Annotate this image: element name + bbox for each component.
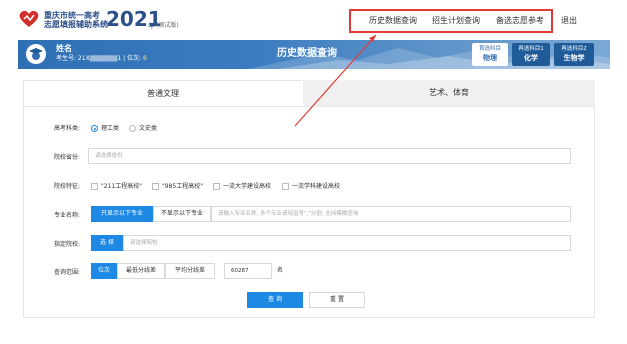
- exam-number-masked: ▇▇▇▇▇▇: [89, 55, 118, 62]
- province-label: 院校省份:: [54, 154, 81, 161]
- subject-second-1-value: 化学: [524, 54, 538, 62]
- checkbox-985-label: "985工程高校": [162, 183, 203, 190]
- subject-label: 高考科类:: [54, 125, 81, 132]
- nav-history-data[interactable]: 历史数据查询: [369, 16, 417, 26]
- checkbox-first-class-discipline[interactable]: [282, 183, 289, 190]
- exam-number: 考生号: 21X: [56, 55, 90, 62]
- range-unit: 名: [277, 267, 284, 274]
- page-title: 历史数据查询: [277, 48, 337, 59]
- checkbox-first-class-univ[interactable]: [213, 183, 220, 190]
- reset-button[interactable]: 重 置: [309, 292, 365, 308]
- checkbox-first-class-discipline-label: 一流学科建设高校: [292, 183, 341, 190]
- show-only-majors-button[interactable]: 只显示以下专业: [91, 206, 153, 222]
- heart-logo-icon: [19, 10, 39, 27]
- brand-line-2: 志愿填报辅助系统: [44, 20, 108, 29]
- nav-enrollment-plan[interactable]: 招生计划查询: [432, 16, 480, 26]
- user-name: 姓名: [56, 44, 72, 53]
- feature-label: 院校特征:: [54, 183, 81, 190]
- subject-second-1-label: 再选科目1: [518, 46, 544, 52]
- rank-value: 6: [142, 55, 147, 62]
- user-info: 考生号: 21X▇▇▇▇▇▇1 | 位次: 6: [56, 55, 147, 63]
- nav-alternative-reference[interactable]: 备选志愿参考: [496, 16, 544, 26]
- exam-tail: 1 | 位次:: [117, 55, 143, 62]
- checkbox-211-label: "211工程高校": [101, 183, 142, 190]
- top-bar: 重庆市统一高考 志愿填报辅助系统 2021 年 (测试版) 历史数据查询 招生计…: [0, 0, 627, 40]
- subject-primary: 首选科目 物理: [472, 43, 508, 66]
- school-label: 指定院校:: [54, 241, 81, 248]
- subject-second-1: 再选科目1 化学: [512, 43, 550, 66]
- category-tabs: 普通文理 艺术、体育: [23, 80, 595, 106]
- graduate-icon: [29, 48, 43, 60]
- subject-primary-value: 物理: [483, 54, 497, 62]
- major-input[interactable]: 请输入专业名称, 多个专业请用逗号","分割, 支持模糊查询: [211, 206, 571, 222]
- subject-primary-label: 首选科目: [478, 46, 501, 52]
- range-avg-score-button[interactable]: 平均分线差: [165, 263, 215, 279]
- option-liberal-arts-label: 文史类: [139, 125, 158, 132]
- checkbox-first-class-univ-label: 一流大学建设高校: [223, 183, 272, 190]
- select-school-button[interactable]: 选 择: [91, 235, 123, 251]
- tab-art-sports[interactable]: 艺术、体育: [303, 80, 595, 106]
- province-select[interactable]: 请选择省份: [88, 148, 571, 164]
- avatar: [26, 44, 46, 64]
- range-rank-button[interactable]: 位次: [91, 263, 117, 279]
- major-label: 专业名称:: [54, 212, 81, 219]
- brand-test-tag: (测试版): [156, 22, 179, 29]
- brand-year-unit: 年: [148, 22, 155, 30]
- logout-link[interactable]: 退出: [561, 16, 577, 26]
- checkbox-985[interactable]: [152, 183, 159, 190]
- subject-second-2-value: 生物学: [563, 54, 585, 62]
- range-label: 查询范围:: [54, 269, 81, 276]
- checkbox-211[interactable]: [91, 183, 98, 190]
- hide-majors-button[interactable]: 不显示以下专业: [153, 206, 211, 222]
- school-input[interactable]: 请选择院校: [123, 235, 571, 251]
- subject-second-2-label: 再选科目2: [561, 46, 587, 52]
- user-banner: 姓名 考生号: 21X▇▇▇▇▇▇1 | 位次: 6 历史数据查询 首选科目 物…: [18, 40, 610, 69]
- query-form: 高考科类: 理工类 文史类 院校省份: 请选择省份 院校特征: "211工程高校…: [23, 106, 595, 318]
- range-value-input[interactable]: 60287: [224, 263, 272, 279]
- subject-second-2: 再选科目2 生物学: [554, 43, 594, 66]
- range-min-score-button[interactable]: 最低分线差: [117, 263, 165, 279]
- radio-liberal-arts[interactable]: [129, 125, 136, 132]
- tab-general[interactable]: 普通文理: [23, 80, 302, 106]
- radio-science[interactable]: [91, 125, 98, 132]
- brand-line-1: 重庆市统一高考: [44, 11, 100, 20]
- query-button[interactable]: 查 询: [247, 292, 303, 308]
- option-science-label: 理工类: [101, 125, 120, 132]
